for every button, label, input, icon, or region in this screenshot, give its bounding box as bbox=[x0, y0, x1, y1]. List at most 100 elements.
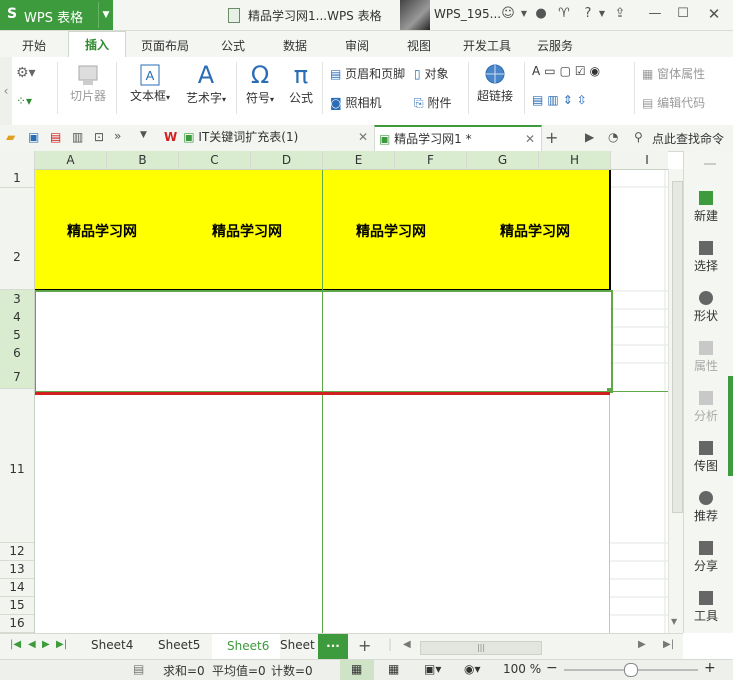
panel-recommend[interactable]: 推荐 bbox=[684, 491, 728, 524]
column-header[interactable]: E bbox=[323, 151, 395, 169]
chart-type-icon[interactable]: ⚙▾ bbox=[16, 65, 36, 81]
symbol-button[interactable]: Ω 符号▾ bbox=[240, 63, 280, 106]
new-tab-icon[interactable]: + bbox=[545, 128, 558, 147]
form-controls-row2[interactable]: ▤▥⇕⇳ bbox=[532, 93, 591, 107]
column-header[interactable]: A bbox=[35, 151, 107, 169]
last-sheet-icon[interactable]: ▶| bbox=[56, 639, 67, 650]
doc-tab-1[interactable]: W ▣ IT关键词扩充表(1) ✕ bbox=[158, 125, 372, 150]
normal-view-button[interactable]: ▦ bbox=[340, 660, 374, 680]
tab-home[interactable]: 开始 bbox=[22, 37, 46, 54]
panel-share[interactable]: 分享 bbox=[684, 541, 728, 574]
scrollbar-control-icon[interactable]: ⇳ bbox=[577, 93, 591, 107]
open-folder-icon[interactable]: ▰ bbox=[6, 130, 15, 144]
zoom-out-icon[interactable]: − bbox=[546, 660, 558, 676]
label-control-icon[interactable]: A bbox=[532, 64, 544, 78]
panel-select[interactable]: 选择 bbox=[684, 241, 728, 274]
column-header[interactable]: D bbox=[251, 151, 323, 169]
add-sheet-icon[interactable]: + bbox=[358, 636, 371, 655]
row-header[interactable]: 1 bbox=[0, 169, 34, 188]
column-header[interactable]: G bbox=[467, 151, 539, 169]
column-header[interactable]: F bbox=[395, 151, 467, 169]
formula-button[interactable]: π 公式 bbox=[284, 63, 318, 106]
close-icon[interactable]: ✕ bbox=[358, 125, 368, 150]
scroll-left-icon[interactable]: ◀ bbox=[403, 639, 411, 650]
panel-property[interactable]: 属性 bbox=[684, 341, 728, 374]
chevron-down-icon[interactable]: ▼ bbox=[671, 617, 677, 626]
chevron-down-icon[interactable]: ▼ bbox=[516, 6, 532, 22]
tab-insert[interactable]: 插入 bbox=[68, 31, 126, 58]
selection-range[interactable] bbox=[34, 290, 613, 393]
tab-developer[interactable]: 开发工具 bbox=[463, 37, 511, 54]
panel-collapse-tab[interactable] bbox=[728, 376, 733, 476]
select-all-corner[interactable] bbox=[0, 151, 35, 169]
row-header[interactable]: 5 bbox=[0, 326, 34, 345]
chevron-down-icon[interactable]: ▼ bbox=[140, 130, 147, 140]
scroll-right-icon[interactable]: ▶ bbox=[638, 639, 646, 650]
radio-control-icon[interactable]: ◉ bbox=[590, 64, 604, 78]
scrollbar-thumb[interactable] bbox=[672, 181, 683, 513]
app-menu-button[interactable]: S WPS 表格 ▼ bbox=[0, 0, 113, 30]
tab-data[interactable]: 数据 bbox=[283, 37, 307, 54]
attachment-button[interactable]: ⎘ 附件 bbox=[414, 94, 451, 111]
next-sheet-icon[interactable]: ▶ bbox=[42, 639, 50, 650]
form-properties-button[interactable]: ▦ 窗体属性 bbox=[642, 65, 705, 82]
textbox-button[interactable]: A 文本框▾ bbox=[124, 63, 176, 104]
tab-formulas[interactable]: 公式 bbox=[221, 37, 245, 54]
spreadsheet-grid[interactable]: 精品学习网 精品学习网 精品学习网 精品学习网 bbox=[0, 151, 668, 633]
row-header[interactable]: 3 bbox=[0, 290, 34, 309]
row-header[interactable]: 4 bbox=[0, 308, 34, 327]
play-icon[interactable]: ▶ bbox=[585, 130, 594, 144]
vertical-scrollbar[interactable]: ▼ bbox=[668, 169, 684, 633]
upload-icon[interactable]: ⇪ bbox=[612, 6, 628, 22]
sheet-tab[interactable]: Sheet bbox=[280, 638, 315, 652]
macro-icon[interactable]: ▤ bbox=[133, 662, 144, 676]
object-button[interactable]: ▯ 对象 bbox=[414, 65, 448, 82]
skin-icon[interactable]: ● bbox=[533, 6, 549, 22]
save-icon[interactable]: ▣ bbox=[28, 130, 39, 144]
column-header[interactable]: B bbox=[107, 151, 179, 169]
pdf-icon[interactable]: ▤ bbox=[50, 130, 61, 144]
row-header[interactable]: 13 bbox=[0, 561, 34, 579]
shirt-icon[interactable]: ♈ bbox=[556, 6, 572, 22]
zoom-level[interactable]: 100 % bbox=[503, 662, 541, 676]
drag-handle[interactable] bbox=[704, 163, 716, 165]
wordart-button[interactable]: A 艺术字▾ bbox=[180, 63, 232, 106]
edit-code-button[interactable]: ▤ 编辑代码 bbox=[642, 94, 705, 111]
row-header[interactable]: 14 bbox=[0, 579, 34, 597]
panel-upload-image[interactable]: 传图 bbox=[684, 441, 728, 474]
sheet-tab[interactable]: Sheet5 bbox=[158, 638, 200, 652]
row-header[interactable]: 11 bbox=[0, 389, 34, 543]
minimize-icon[interactable]: — bbox=[647, 6, 663, 22]
doc-tab-2[interactable]: ▣ 精品学习网1 * ✕ bbox=[374, 125, 542, 152]
page-layout-icon[interactable]: ▣▾ bbox=[424, 662, 441, 676]
row-header[interactable]: 16 bbox=[0, 615, 34, 633]
hyperlink-button[interactable]: 超链接 bbox=[474, 63, 516, 104]
avatar[interactable] bbox=[400, 0, 430, 30]
panel-tools[interactable]: 工具 bbox=[684, 591, 728, 624]
camera-button[interactable]: ◙ 照相机 bbox=[330, 94, 382, 111]
close-icon[interactable]: ✕ bbox=[525, 127, 535, 152]
user-name[interactable]: WPS_195... bbox=[434, 7, 501, 21]
prev-sheet-icon[interactable]: ◀ bbox=[28, 639, 36, 650]
close-icon[interactable]: ✕ bbox=[706, 6, 722, 22]
textbox-control-icon[interactable]: ▭ bbox=[544, 64, 559, 78]
page-break-view-icon[interactable]: ▦ bbox=[388, 662, 399, 676]
row-header[interactable]: 2 bbox=[0, 187, 34, 290]
header-footer-button[interactable]: ▤ 页眉和页脚 bbox=[330, 65, 405, 82]
panel-analysis[interactable]: 分析 bbox=[684, 391, 728, 424]
print-icon[interactable]: ▥ bbox=[72, 130, 83, 144]
panel-new[interactable]: 新建 bbox=[684, 191, 728, 224]
row-header[interactable]: 6 bbox=[0, 344, 34, 363]
panel-shape[interactable]: 形状 bbox=[684, 291, 728, 324]
listbox-control-icon[interactable]: ▤ bbox=[532, 93, 547, 107]
ribbon-scroll-left-icon[interactable]: ‹ bbox=[0, 57, 12, 125]
history-icon[interactable]: ◔ bbox=[608, 130, 618, 144]
zoom-slider-handle[interactable] bbox=[624, 663, 638, 677]
tab-cloud[interactable]: 云服务 bbox=[537, 37, 573, 54]
more-icon[interactable]: » bbox=[114, 129, 121, 143]
slicer-button[interactable]: 切片器 bbox=[68, 63, 108, 104]
sheet-tab[interactable]: Sheet4 bbox=[91, 638, 133, 652]
command-search-input[interactable]: 点此查找命令 bbox=[652, 130, 724, 147]
sheet-tab-active[interactable]: Sheet6 bbox=[212, 634, 280, 662]
horizontal-scrollbar-thumb[interactable]: ||| bbox=[420, 641, 542, 655]
